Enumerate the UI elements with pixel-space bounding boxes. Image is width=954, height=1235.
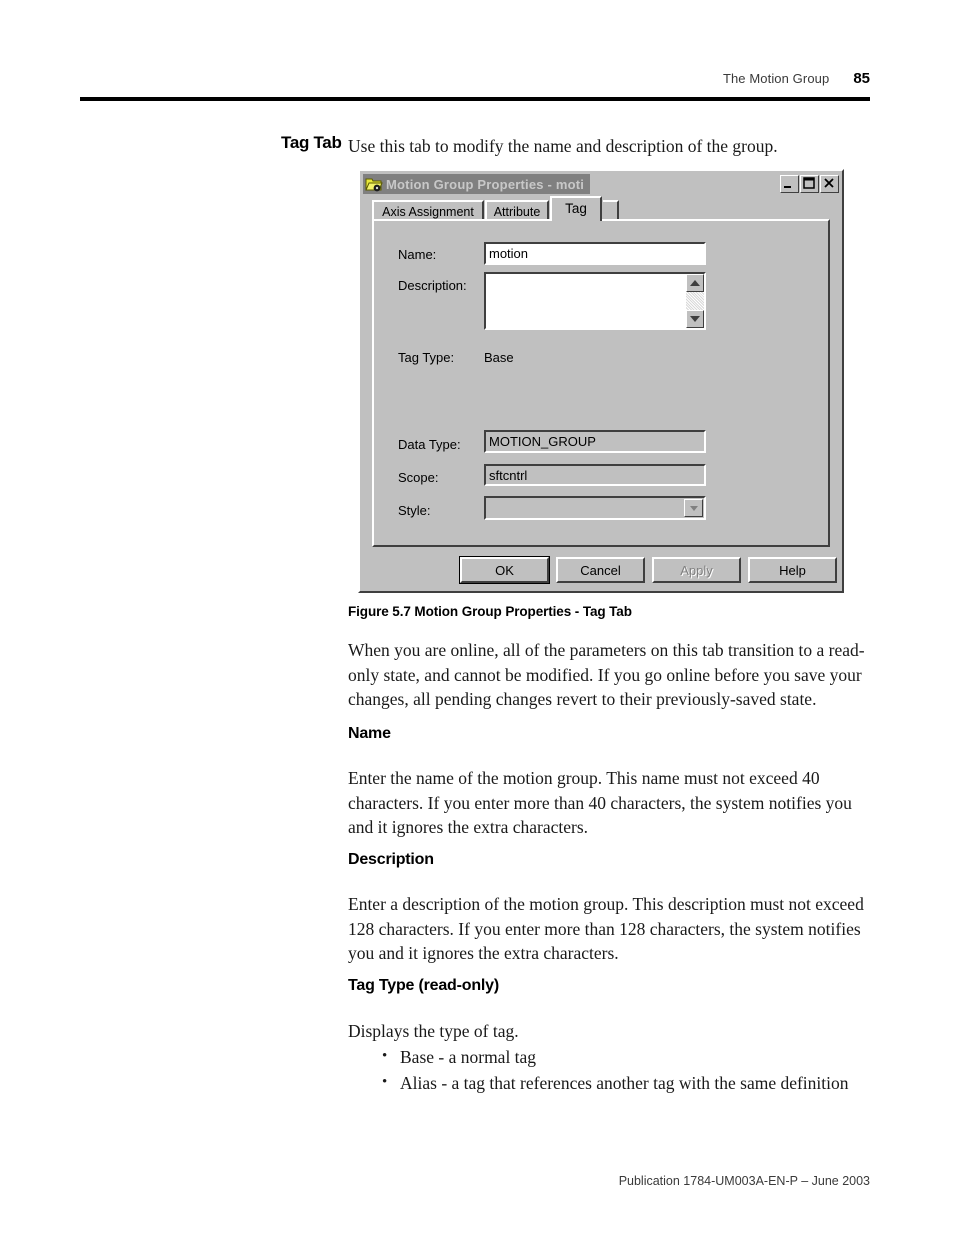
scroll-down-icon[interactable] bbox=[686, 310, 704, 328]
scroll-up-icon[interactable] bbox=[686, 274, 704, 292]
dialog-titlebar[interactable]: Motion Group Properties - moti bbox=[363, 174, 839, 194]
header-chapter-title: The Motion Group bbox=[722, 71, 830, 86]
page-header: The Motion Group 85 bbox=[80, 70, 870, 87]
style-label: Style: bbox=[398, 503, 431, 518]
tab-tag[interactable]: Tag bbox=[550, 196, 602, 221]
apply-button: Apply bbox=[652, 557, 741, 583]
help-button-label: Help bbox=[779, 562, 806, 578]
data-type-value: MOTION_GROUP bbox=[489, 434, 596, 449]
tab-attribute-label: Attribute bbox=[493, 204, 541, 219]
ok-button[interactable]: OK bbox=[459, 556, 550, 584]
help-button[interactable]: Help bbox=[748, 557, 837, 583]
page-number: 85 bbox=[853, 70, 870, 87]
section-heading-tag-tab: Tag Tab bbox=[281, 133, 342, 152]
minimize-icon[interactable] bbox=[780, 175, 799, 193]
scope-input: sftcntrl bbox=[484, 464, 706, 486]
ok-button-label: OK bbox=[495, 562, 514, 578]
tag-type-paragraph: Displays the type of tag. bbox=[348, 1021, 519, 1041]
name-input-value: motion bbox=[489, 246, 529, 261]
motion-group-folder-icon bbox=[365, 176, 383, 192]
maximize-icon[interactable] bbox=[800, 175, 819, 193]
tabstrip-filler bbox=[603, 200, 619, 221]
name-label: Name: bbox=[398, 247, 437, 262]
cancel-button-label: Cancel bbox=[580, 562, 621, 578]
tag-type-bullet-list: Base - a normal tag Alias - a tag that r… bbox=[374, 1044, 874, 1097]
section-intro-text: Use this tab to modify the name and desc… bbox=[348, 136, 778, 156]
list-item: Base - a normal tag bbox=[374, 1044, 874, 1070]
data-type-input: MOTION_GROUP bbox=[484, 430, 706, 453]
apply-button-label: Apply bbox=[680, 562, 713, 578]
style-dropdown[interactable] bbox=[484, 496, 706, 520]
description-scrollbar[interactable] bbox=[686, 274, 704, 328]
description-label: Description: bbox=[398, 278, 467, 293]
name-paragraph: Enter the name of the motion group. This… bbox=[348, 768, 852, 837]
description-textarea[interactable] bbox=[484, 272, 706, 330]
tab-axis-assignment-label: Axis Assignment bbox=[382, 204, 474, 219]
figure-caption: Figure 5.7 Motion Group Properties - Tag… bbox=[348, 604, 632, 619]
name-input[interactable]: motion bbox=[484, 242, 706, 265]
motion-group-properties-dialog: Motion Group Properties - moti Axis Assi… bbox=[358, 169, 844, 593]
tab-attribute[interactable]: Attribute bbox=[485, 200, 549, 221]
list-item: Alias - a tag that references another ta… bbox=[374, 1070, 874, 1096]
tab-tag-label: Tag bbox=[565, 201, 587, 216]
scope-label: Scope: bbox=[398, 470, 439, 485]
titlebar-caption: Motion Group Properties - moti bbox=[363, 174, 591, 194]
tag-tab-panel: Name: motion Description: Tag Type: Base… bbox=[372, 219, 830, 547]
page-footer: Publication 1784-UM003A-EN-P – June 2003 bbox=[618, 1174, 870, 1188]
tab-axis-assignment[interactable]: Axis Assignment bbox=[372, 200, 484, 221]
online-note-paragraph: When you are online, all of the paramete… bbox=[348, 640, 865, 709]
heading-description: Description bbox=[348, 851, 434, 868]
header-divider bbox=[80, 97, 870, 101]
cancel-button[interactable]: Cancel bbox=[556, 557, 645, 583]
data-type-label: Data Type: bbox=[398, 437, 461, 452]
dialog-tabstrip: Axis Assignment Attribute Tag bbox=[372, 196, 830, 221]
tag-type-value: Base bbox=[484, 350, 514, 365]
close-icon[interactable] bbox=[820, 175, 839, 193]
tag-type-label: Tag Type: bbox=[398, 350, 455, 365]
description-paragraph: Enter a description of the motion group.… bbox=[348, 894, 864, 963]
window-controls bbox=[780, 175, 839, 193]
chevron-down-icon[interactable] bbox=[684, 499, 703, 517]
dialog-title-text: Motion Group Properties - moti bbox=[386, 176, 585, 192]
scope-value: sftcntrl bbox=[489, 467, 528, 483]
heading-tag-type: Tag Type (read-only) bbox=[348, 977, 499, 994]
heading-name: Name bbox=[348, 725, 391, 742]
